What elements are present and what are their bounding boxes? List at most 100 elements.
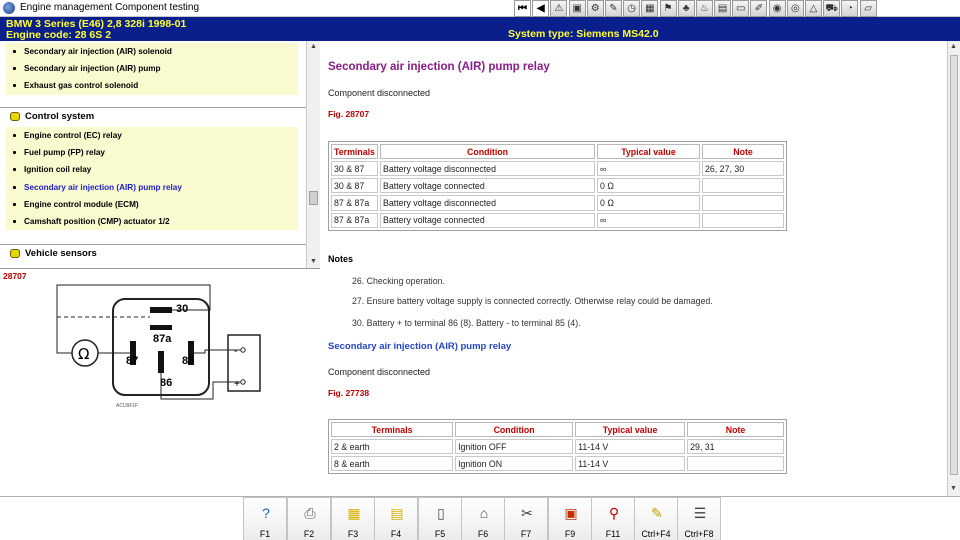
content-scrollbar[interactable]: ▲ ▼ [947,41,960,496]
tree-item-air-solenoid[interactable]: Secondary air injection (AIR) solenoid [6,43,298,60]
tree-item-exhaust-solenoid[interactable]: Exhaust gas control solenoid [6,77,298,94]
cell [702,195,784,211]
col-note: Note [702,144,784,159]
cell: 87 & 87a [331,212,378,228]
table-row: 30 & 87 Battery voltage connected 0 Ω [331,178,784,194]
function-key-f7[interactable]: ✂ F7 [504,497,548,540]
tree-item-ecm[interactable]: Engine control module (ECM) [6,196,298,213]
col-typical-value: Typical value [575,422,686,437]
col-condition: Condition [380,144,595,159]
tree-scrollbar[interactable]: ▲ ▼ [306,41,320,268]
app-window: Engine management Component testing ⏮ ◀ ⚠ ▣… [0,0,960,540]
cell: Ignition OFF [455,439,574,455]
fig-reference[interactable]: Fig. 27738 [328,388,369,398]
top-toolbar: ⏮ ◀ ⚠ ▣ ⚙ ✎ ◷ ▦ ⚑ ♣ ♨ ▤ ▭ ✐ ◉ ◎ △ ⛟ ◔ ▱ [514,0,878,17]
flag-button[interactable]: ⚑ [659,0,677,17]
camera-button[interactable]: ◎ [786,0,804,17]
layers-button[interactable]: ▤ [714,0,732,17]
vehicle-header: BMW 3 Series (E46) 2,8 328i 1998-01 Engi… [0,17,960,41]
function-key-f6[interactable]: ⌂ F6 [461,497,505,540]
warning-button[interactable]: ⚠ [550,0,568,17]
scroll-thumb[interactable] [309,191,318,205]
note-button[interactable]: ▱ [859,0,877,17]
function-key-f11[interactable]: ⚲ F11 [591,497,635,540]
tree-button[interactable]: ♣ [677,0,695,17]
tree-item-ignition-coil-relay[interactable]: Ignition coil relay [6,161,298,178]
folder-icon: ▦ [347,505,361,521]
scroll-up-icon[interactable]: ▲ [310,43,317,50]
scroll-up-icon[interactable]: ▲ [950,43,957,50]
app-logo-icon [3,2,15,14]
table-header-row: Terminals Condition Typical value Note [331,144,784,159]
function-key-f3[interactable]: ▦ F3 [331,497,375,540]
cell: 0 Ω [597,178,700,194]
folder-button[interactable]: ▭ [732,0,750,17]
cell: Battery voltage connected [380,178,595,194]
title-bar: Engine management Component testing ⏮ ◀ ⚠ ▣… [0,0,960,17]
picture-button[interactable]: ▣ [568,0,586,17]
terminal-30 [150,307,172,313]
edit-button[interactable]: ✐ [750,0,768,17]
function-key-label: F3 [347,529,359,539]
spec-table-1: Terminals Condition Typical value Note 3… [328,141,787,231]
function-key-f1[interactable]: ? F1 [243,497,287,540]
function-key-f4[interactable]: ▤ F4 [374,497,418,540]
label-86: 86 [160,377,172,389]
wheel-button[interactable]: ◉ [768,0,786,17]
calc-button[interactable]: ▦ [641,0,659,17]
label-85: 85 [182,355,194,367]
tree-item-air-pump[interactable]: Secondary air injection (AIR) pump [6,60,298,77]
tree-item-cmp-actuator[interactable]: Camshaft position (CMP) actuator 1/2 [6,213,298,230]
tree-item-ec-relay[interactable]: Engine control (EC) relay [6,127,298,144]
battery-minus-label: - [234,346,237,357]
tree-item-fp-relay[interactable]: Fuel pump (FP) relay [6,144,298,161]
relay-diagram-area: 28707 30 87a 87 85 86 Ω - + ACU9F1F [0,268,320,496]
function-key-label: F9 [564,529,576,539]
exhaust-button[interactable]: ♨ [695,0,713,17]
component-status: Component disconnected [328,367,431,377]
group-label: Control system [25,111,95,122]
group-control-system[interactable]: Control system [3,108,303,125]
col-note: Note [687,422,784,437]
function-key-label: Ctrl+F4 [641,529,671,539]
function-key-f5[interactable]: ▯ F5 [418,497,462,540]
scroll-thumb[interactable] [950,55,958,475]
first-page-button[interactable]: ⏮ [514,0,531,17]
car-button[interactable]: ⛟ [823,0,841,17]
cell: ∞ [597,161,700,177]
function-key-label: F4 [390,529,402,539]
function-key-f2[interactable]: ⎙ F2 [287,497,331,540]
function-key-label: F7 [520,529,532,539]
left-panel: Secondary air injection (AIR) solenoid S… [0,41,320,496]
cell: 8 & earth [331,456,454,472]
fig-reference[interactable]: Fig. 28707 [328,109,369,119]
tools-button[interactable]: ✎ [604,0,622,17]
settings-button[interactable]: ⚙ [586,0,604,17]
terminal-86 [158,351,164,373]
component-tree: Secondary air injection (AIR) solenoid S… [0,41,320,268]
engine-code: Engine code: 28 6S 2 [6,29,112,41]
group-toggle-icon [10,249,20,258]
previous-button[interactable]: ◀ [532,0,550,17]
group-vehicle-sensors[interactable]: Vehicle sensors [3,245,303,262]
function-key-ctrl-f8[interactable]: ☰ Ctrl+F8 [677,497,721,540]
diagram-code: ACU9F1F [116,403,138,409]
scroll-down-icon[interactable]: ▼ [310,258,317,265]
clock-button[interactable]: ◷ [623,0,641,17]
section-subtitle: Secondary air injection (AIR) pump relay [328,341,512,352]
scroll-down-icon[interactable]: ▼ [950,485,957,492]
label-30: 30 [176,303,188,315]
table-row: 8 & earth Ignition ON 11-14 V [331,456,784,472]
tree-item-air-pump-relay[interactable]: Secondary air injection (AIR) pump relay [6,179,298,196]
top-items-list: Secondary air injection (AIR) solenoid S… [6,43,298,95]
function-key-ctrl-f4[interactable]: ✎ Ctrl+F4 [634,497,678,540]
alert-button[interactable]: △ [805,0,822,17]
cell [687,456,784,472]
cell: 11-14 V [575,439,686,455]
documents-icon: ▤ [390,505,404,521]
printer-icon: ⎙ [304,505,316,521]
table-header-row: Terminals Condition Typical value Note [331,422,784,437]
function-key-label: F2 [303,529,315,539]
function-key-f9[interactable]: ▣ F9 [548,497,592,540]
gauge-button[interactable]: ◔ [841,0,859,17]
